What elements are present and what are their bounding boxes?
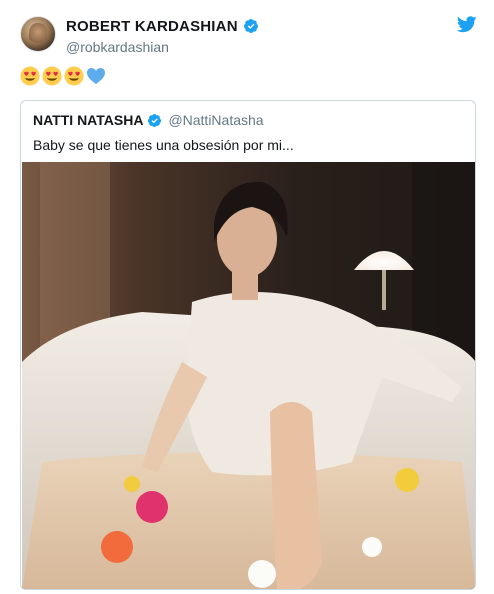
author-name-row: ROBERT KARDASHIAN (66, 16, 259, 36)
heart-eyes-emoji-icon (42, 66, 62, 86)
author-display-name[interactable]: ROBERT KARDASHIAN (66, 18, 238, 35)
heart-eyes-emoji-icon (64, 66, 84, 86)
tweet-text (20, 66, 106, 86)
embedded-tweet: ROBERT KARDASHIAN @robkardashian NATTI N… (0, 0, 494, 594)
verified-badge-icon (243, 19, 258, 33)
quoted-tweet[interactable]: NATTI NATASHA @NattiNatasha Baby se que … (20, 100, 476, 590)
quoted-author-name[interactable]: NATTI NATASHA (33, 112, 143, 128)
blue-heart-emoji-icon (87, 68, 105, 84)
author-handle[interactable]: @robkardashian (66, 39, 259, 55)
quoted-tweet-header: NATTI NATASHA @NattiNatasha (33, 111, 264, 129)
quoted-author-handle[interactable]: @NattiNatasha (168, 112, 263, 128)
bathtub-photo-illustration (22, 162, 475, 589)
heart-eyes-emoji-icon (20, 66, 40, 86)
quoted-tweet-text: Baby se que tienes una obsesión por mi..… (33, 137, 294, 153)
author-block: ROBERT KARDASHIAN @robkardashian (66, 16, 259, 55)
author-avatar[interactable] (20, 16, 56, 52)
verified-badge-icon (148, 113, 162, 127)
quoted-tweet-photo[interactable] (22, 162, 475, 589)
twitter-bird-icon[interactable] (457, 16, 477, 33)
